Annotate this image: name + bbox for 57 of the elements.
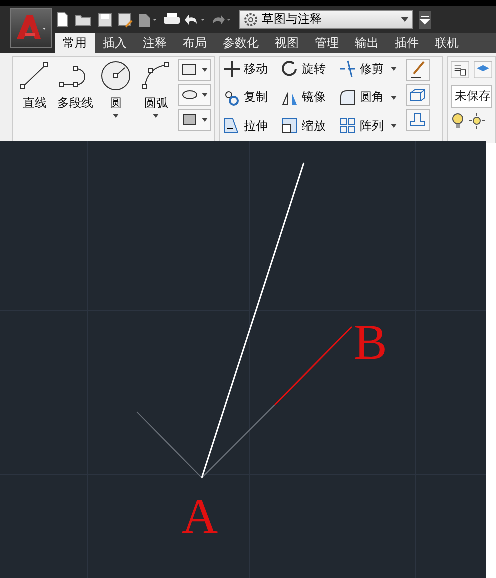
plot-icon[interactable] [137,12,159,28]
draw-tool-button[interactable]: 圆弧 [138,59,175,141]
save-icon[interactable] [97,12,113,28]
offset-icon[interactable] [406,109,430,131]
modify-tool-button[interactable]: 缩放 [281,116,339,136]
modify-tool-button[interactable]: 镜像 [281,88,339,108]
layer-properties-icon[interactable] [451,59,470,81]
ribbon-tab[interactable]: 输出 [347,33,387,53]
rectangle-tool-button[interactable] [178,59,211,81]
draw-tool-button[interactable]: 多段线 [56,59,94,141]
sun-icon[interactable] [469,113,485,129]
draw-tool-button[interactable]: 直线 [16,59,54,141]
explode-icon[interactable] [406,84,430,106]
rotate-icon [281,60,299,78]
save-as-icon[interactable] [117,12,133,28]
caret-icon [202,118,208,122]
point-label: A [182,488,218,544]
modify-tool-button[interactable]: 圆角 [339,88,403,108]
ribbon-tab[interactable]: 布局 [175,33,215,53]
new-file-icon[interactable] [55,12,71,28]
caret-icon [401,17,409,22]
brush-icon[interactable] [406,59,430,81]
modify-tool-button[interactable]: 修剪 [339,59,403,79]
fillet-icon [339,88,357,107]
ribbon-tab[interactable]: 插件 [387,33,427,53]
ribbon-tab[interactable]: 视图 [267,33,307,53]
modify-tool-button[interactable]: 移动 [223,59,281,79]
caret-icon [202,68,208,72]
array-icon [339,117,357,136]
customize-menu-icon[interactable] [419,10,431,28]
copy-icon [223,88,241,107]
ribbon-tab[interactable]: 参数化 [215,33,267,53]
light-bulb-icon[interactable] [451,112,465,130]
workspace-dropdown[interactable]: 草图与注释 [239,10,413,29]
scale-icon [281,117,299,136]
move-icon [223,60,241,78]
ribbon-tab[interactable]: 常用 [55,33,95,53]
ribbon-tab[interactable]: 注释 [135,33,175,53]
ribbon-tab[interactable]: 联机 [427,33,467,53]
gear-icon [243,12,259,28]
caret-icon [202,93,208,97]
modify-tool-button[interactable]: 拉伸 [223,116,281,136]
layer-dropdown[interactable]: 未保存 [451,85,492,108]
hatch-icon [181,112,199,128]
modify-tool-button[interactable]: 复制 [223,88,281,108]
stretch-icon [223,117,241,136]
modify-tool-button[interactable]: 旋转 [281,59,339,79]
hatch-tool-button[interactable] [178,109,211,131]
trim-icon [339,60,357,78]
circle-icon [98,59,133,93]
point-label: B [354,314,388,370]
draw-tool-button[interactable]: 圆 [97,59,134,141]
ribbon-tab[interactable]: 管理 [307,33,347,53]
rectangle-icon [181,62,199,78]
modify-tool-button[interactable]: 阵列 [339,116,403,136]
ellipse-tool-button[interactable] [178,84,211,106]
ribbon-tab[interactable]: 插入 [95,33,135,53]
